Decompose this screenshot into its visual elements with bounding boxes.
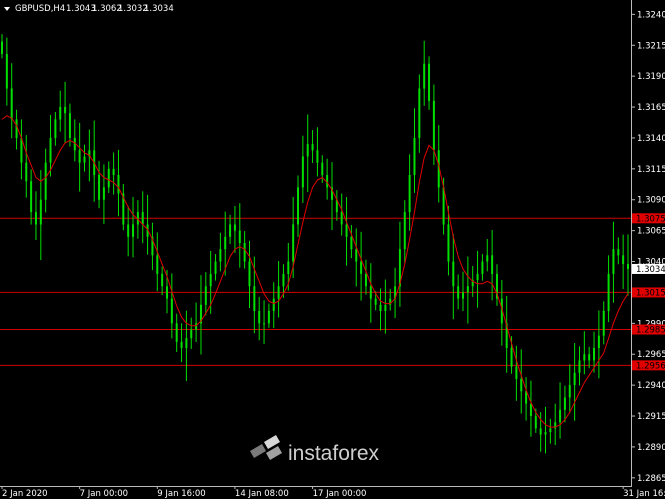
x-tick-label: 17 Jan 00:00: [313, 489, 367, 499]
header-symbol: GBPUSD,H4: [15, 4, 65, 14]
price-chart[interactable]: 1.3240 1.3215 1.3190 1.3165 1.3140 1.3115 1.30…: [0, 0, 665, 499]
y-tick-label: 1.3240: [637, 10, 665, 20]
y-tick-label: 1.3165: [637, 103, 665, 113]
svg-text:1.2956: 1.2956: [636, 361, 665, 371]
y-tick-label: 1.3115: [637, 165, 665, 175]
level-price-tag: 1.2956: [632, 360, 665, 371]
x-tick-label: 7 Jan 00:00: [80, 489, 128, 499]
svg-text:1.3034: 1.3034: [636, 265, 665, 275]
level-price-tag: 1.2985: [632, 324, 665, 336]
y-tick-label: 1.3140: [637, 134, 665, 144]
y-tick-label: 1.2890: [637, 443, 665, 453]
y-tick-label: 1.3215: [637, 41, 665, 51]
current-price-tag: 1.3034: [632, 263, 665, 275]
y-tick-label: 1.2965: [637, 350, 665, 360]
y-tick-label: 1.3090: [637, 196, 665, 206]
y-tick-label: 1.2940: [637, 381, 665, 391]
watermark-text: instaforex: [288, 442, 380, 465]
header-close: 1.3034: [144, 4, 174, 14]
x-tick-label: 2 Jan 2020: [2, 489, 48, 499]
x-tick-label: 14 Jan 08:00: [235, 489, 289, 499]
x-tick-label: 9 Jan 16:00: [157, 489, 205, 499]
y-tick-label: 1.2915: [637, 412, 665, 422]
svg-text:1.3075: 1.3075: [636, 214, 665, 224]
y-tick-label: 1.3190: [637, 72, 665, 82]
level-price-tag: 1.3075: [632, 213, 665, 224]
y-tick-label: 1.3065: [637, 227, 665, 237]
svg-text:1.2985: 1.2985: [636, 326, 665, 336]
y-tick-label: 1.2865: [637, 474, 665, 484]
level-price-tag: 1.3015: [632, 287, 665, 298]
svg-text:1.3015: 1.3015: [636, 288, 665, 298]
x-tick-label: 31 Jan 16:00: [623, 489, 665, 499]
